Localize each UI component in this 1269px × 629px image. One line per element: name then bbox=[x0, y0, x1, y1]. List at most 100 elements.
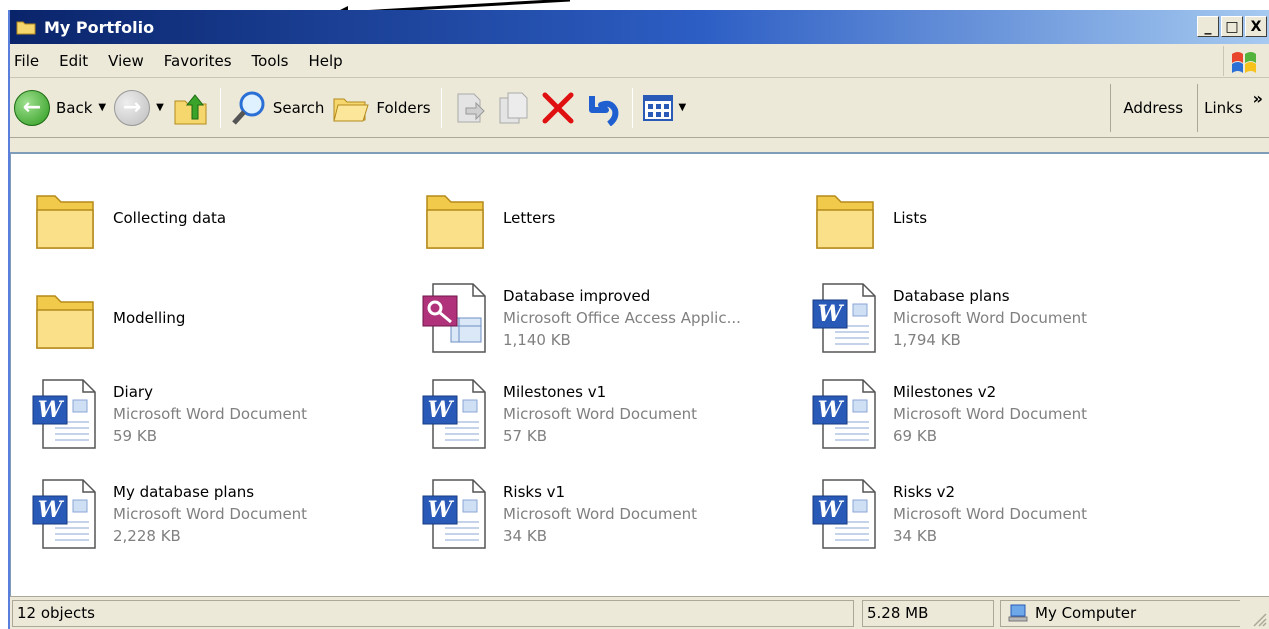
item-icon: W bbox=[421, 378, 489, 450]
my-computer-icon bbox=[1008, 604, 1028, 622]
views-icon bbox=[642, 94, 673, 121]
folder-icon bbox=[816, 195, 874, 249]
file-item[interactable]: W Diary Microsoft Word Document 59 KB bbox=[31, 372, 411, 456]
access-database-icon bbox=[422, 283, 486, 353]
status-location-label: My Computer bbox=[1035, 604, 1137, 622]
search-label: Search bbox=[272, 98, 325, 117]
search-button[interactable]: Search bbox=[227, 86, 329, 130]
restore-button[interactable]: □ bbox=[1221, 16, 1243, 37]
copy-to-button[interactable] bbox=[492, 86, 536, 130]
item-type: Microsoft Word Document bbox=[113, 505, 308, 523]
file-item[interactable]: W Risks v2 Microsoft Word Document 34 KB bbox=[811, 472, 1191, 556]
item-text: Letters bbox=[503, 207, 555, 229]
item-size: 1,140 KB bbox=[503, 331, 571, 349]
menu-help[interactable]: Help bbox=[303, 52, 357, 70]
item-name: Database plans bbox=[893, 287, 1010, 305]
item-icon: W bbox=[811, 478, 879, 550]
item-text: Database improved Microsoft Office Access… bbox=[503, 285, 741, 351]
file-item[interactable]: W My database plans Microsoft Word Documen… bbox=[31, 472, 411, 556]
explorer-window: My Portfolio _ □ X File Edit View Favori… bbox=[8, 10, 1269, 629]
item-icon: W bbox=[811, 282, 879, 354]
folder-icon bbox=[16, 19, 36, 35]
item-type: Microsoft Word Document bbox=[893, 309, 1088, 327]
item-type: Microsoft Word Document bbox=[113, 405, 308, 423]
item-text: Milestones v2 Microsoft Word Document 69 K… bbox=[893, 381, 1087, 447]
folder-item[interactable]: Letters bbox=[421, 176, 801, 260]
item-icon bbox=[811, 182, 879, 254]
folder-item[interactable]: Modelling bbox=[31, 276, 411, 360]
svg-text:W: W bbox=[428, 397, 455, 423]
resize-grip-icon[interactable] bbox=[1251, 611, 1267, 627]
menu-view[interactable]: View bbox=[102, 52, 158, 70]
item-icon: W bbox=[31, 478, 99, 550]
menu-edit[interactable]: Edit bbox=[53, 52, 102, 70]
file-item[interactable]: W Risks v1 Microsoft Word Document 34 KB bbox=[421, 472, 801, 556]
move-to-icon bbox=[457, 93, 485, 122]
back-dropdown-icon[interactable]: ▼ bbox=[98, 102, 106, 113]
standard-toolbar: ← Back ▼ → ▼ Search Folders ▼ Address Li… bbox=[10, 78, 1269, 138]
toolbar-separator bbox=[1110, 84, 1112, 132]
item-text: Lists bbox=[893, 207, 927, 229]
item-text: Database plans Microsoft Word Document 1,7… bbox=[893, 285, 1087, 351]
item-size: 69 KB bbox=[893, 427, 937, 445]
item-size: 2,228 KB bbox=[113, 527, 181, 545]
svg-text:W: W bbox=[818, 301, 845, 327]
up-folder-button[interactable] bbox=[168, 86, 214, 130]
address-button[interactable]: Address bbox=[1123, 99, 1183, 117]
back-button[interactable]: ← Back ▼ bbox=[10, 86, 110, 130]
word-document-icon: W bbox=[32, 379, 96, 449]
status-bar: 12 objects 5.28 MB My Computer bbox=[10, 596, 1269, 629]
svg-text:W: W bbox=[38, 397, 65, 423]
folders-button[interactable]: Folders bbox=[328, 86, 434, 130]
address-links-area: Address Links » bbox=[1104, 78, 1269, 138]
up-folder-icon bbox=[174, 93, 207, 124]
item-icon bbox=[421, 182, 489, 254]
word-document-icon: W bbox=[32, 479, 96, 549]
word-document-icon: W bbox=[812, 379, 876, 449]
undo-button[interactable] bbox=[580, 86, 626, 130]
back-arrow-icon: ← bbox=[14, 89, 50, 126]
item-name: Milestones v1 bbox=[503, 383, 607, 401]
title-bar[interactable]: My Portfolio _ □ X bbox=[10, 10, 1269, 44]
views-dropdown-icon[interactable]: ▼ bbox=[679, 102, 687, 113]
window-title: My Portfolio bbox=[44, 17, 155, 37]
file-item[interactable]: W Database plans Microsoft Word Document 1,… bbox=[811, 276, 1191, 360]
item-name: Risks v2 bbox=[893, 483, 956, 501]
forward-button[interactable]: → ▼ bbox=[110, 86, 168, 130]
folders-icon bbox=[333, 98, 370, 121]
links-button[interactable]: Links bbox=[1204, 99, 1243, 117]
undo-icon bbox=[588, 95, 618, 126]
item-name: Collecting data bbox=[113, 209, 227, 227]
item-icon bbox=[31, 182, 99, 254]
file-item[interactable]: W Milestones v2 Microsoft Word Document 69 … bbox=[811, 372, 1191, 456]
file-item[interactable]: W Milestones v1 Microsoft Word Document 57 … bbox=[421, 372, 801, 456]
svg-text:W: W bbox=[38, 497, 65, 523]
item-type: Microsoft Word Document bbox=[893, 405, 1088, 423]
status-object-count: 12 objects bbox=[12, 599, 854, 627]
minimize-button[interactable]: _ bbox=[1197, 16, 1219, 37]
item-name: Milestones v2 bbox=[893, 383, 997, 401]
views-button[interactable]: ▼ bbox=[639, 86, 691, 130]
menu-bar: File Edit View Favorites Tools Help bbox=[10, 44, 1269, 78]
back-label: Back bbox=[56, 98, 93, 117]
item-icon bbox=[31, 282, 99, 354]
close-button[interactable]: X bbox=[1245, 16, 1267, 37]
folder-item[interactable]: Lists bbox=[811, 176, 1191, 260]
item-text: Risks v2 Microsoft Word Document 34 KB bbox=[893, 481, 1087, 547]
menu-tools[interactable]: Tools bbox=[246, 52, 303, 70]
delete-button[interactable] bbox=[536, 86, 580, 130]
links-more-chevron-icon[interactable]: » bbox=[1253, 89, 1263, 108]
item-type: Microsoft Word Document bbox=[503, 505, 698, 523]
toolbar-separator bbox=[440, 87, 442, 128]
file-view: Collecting data Letters Lists Modelling Data… bbox=[10, 152, 1269, 596]
move-to-button[interactable] bbox=[448, 86, 492, 130]
search-icon bbox=[231, 91, 265, 125]
item-name: Database improved bbox=[503, 287, 651, 305]
menu-favorites[interactable]: Favorites bbox=[158, 52, 246, 70]
menu-file[interactable]: File bbox=[10, 52, 53, 70]
folder-icon bbox=[36, 195, 94, 249]
item-icon: W bbox=[31, 378, 99, 450]
folder-item[interactable]: Collecting data bbox=[31, 176, 411, 260]
file-item[interactable]: Database improved Microsoft Office Access… bbox=[421, 276, 801, 360]
forward-dropdown-icon[interactable]: ▼ bbox=[156, 102, 164, 113]
